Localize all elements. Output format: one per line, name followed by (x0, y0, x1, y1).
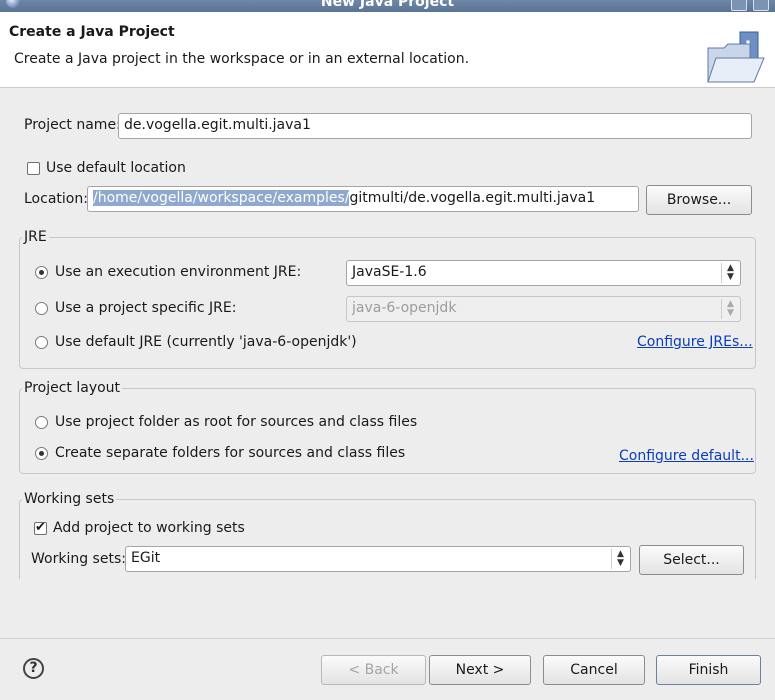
jre-env-combo[interactable]: JavaSE-1.6 ▲ ▼ (346, 260, 741, 286)
wizard-title: Create a Java Project (9, 24, 175, 40)
back-button: < Back (321, 655, 426, 685)
working-sets-value: EGit (131, 550, 161, 566)
working-sets-group-title: Working sets (22, 491, 117, 507)
jre-env-value: JavaSE-1.6 (352, 264, 427, 280)
close-icon[interactable] (753, 0, 769, 11)
use-default-location-label: Use default location (46, 160, 186, 176)
jre-group-title: JRE (22, 229, 49, 245)
jre-default-label: Use default JRE (currently 'java-6-openj… (55, 334, 357, 350)
jre-default-radio[interactable] (35, 336, 48, 349)
project-name-input[interactable]: de.vogella.egit.multi.java1 (118, 113, 752, 139)
layout-separate-label: Create separate folders for sources and … (55, 445, 406, 461)
browse-button[interactable]: Browse... (646, 185, 752, 215)
wizard-header: Create a Java Project Create a Java proj… (0, 12, 775, 88)
project-name-label: Project name: (24, 117, 121, 133)
location-input[interactable]: /home/vogella/workspace/examples/gitmult… (87, 186, 639, 212)
add-to-working-sets-label: Add project to working sets (53, 520, 245, 536)
layout-separate-radio[interactable] (35, 447, 48, 460)
layout-root-label: Use project folder as root for sources a… (55, 414, 418, 430)
window-titlebar: New Java Project (0, 0, 775, 12)
jre-specific-radio[interactable] (35, 302, 48, 315)
wizard-description: Create a Java project in the workspace o… (14, 51, 470, 67)
jre-env-label: Use an execution environment JRE: (55, 264, 302, 280)
jre-env-radio[interactable] (35, 266, 48, 279)
combo-arrows-icon: ▲ ▼ (721, 299, 739, 319)
jre-specific-label: Use a project specific JRE: (55, 300, 237, 316)
maximize-icon[interactable] (731, 0, 747, 11)
location-selected-text: /home/vogella/workspace/examples/ (93, 190, 350, 206)
finish-button[interactable]: Finish (656, 655, 761, 685)
java-folder-icon: J (707, 31, 765, 83)
jre-specific-value: java-6-openjdk (352, 300, 457, 316)
jre-specific-combo: java-6-openjdk ▲ ▼ (346, 296, 741, 322)
configure-jres-link[interactable]: Configure JREs... (637, 334, 753, 350)
working-sets-combo[interactable]: EGit ▲ ▼ (125, 546, 631, 572)
configure-default-link[interactable]: Configure default... (619, 448, 754, 464)
select-working-sets-button[interactable]: Select... (639, 545, 744, 575)
use-default-location-checkbox[interactable] (27, 162, 40, 175)
window-title: New Java Project (320, 0, 455, 10)
checkmark-icon: ✔ (35, 520, 46, 535)
combo-arrows-icon: ▲ ▼ (721, 263, 739, 283)
cancel-button[interactable]: Cancel (543, 655, 645, 685)
location-label: Location: (24, 191, 88, 207)
footer-separator (0, 638, 775, 639)
project-layout-group-title: Project layout (22, 380, 123, 396)
layout-root-radio[interactable] (35, 416, 48, 429)
location-rest-text: gitmulti/de.vogella.egit.multi.java1 (349, 190, 596, 206)
help-icon[interactable]: ? (23, 658, 44, 679)
working-sets-label: Working sets: (31, 551, 126, 567)
combo-arrows-icon: ▲ ▼ (611, 549, 629, 569)
add-to-working-sets-checkbox[interactable]: ✔ (34, 520, 47, 535)
next-button[interactable]: Next > (429, 655, 531, 685)
